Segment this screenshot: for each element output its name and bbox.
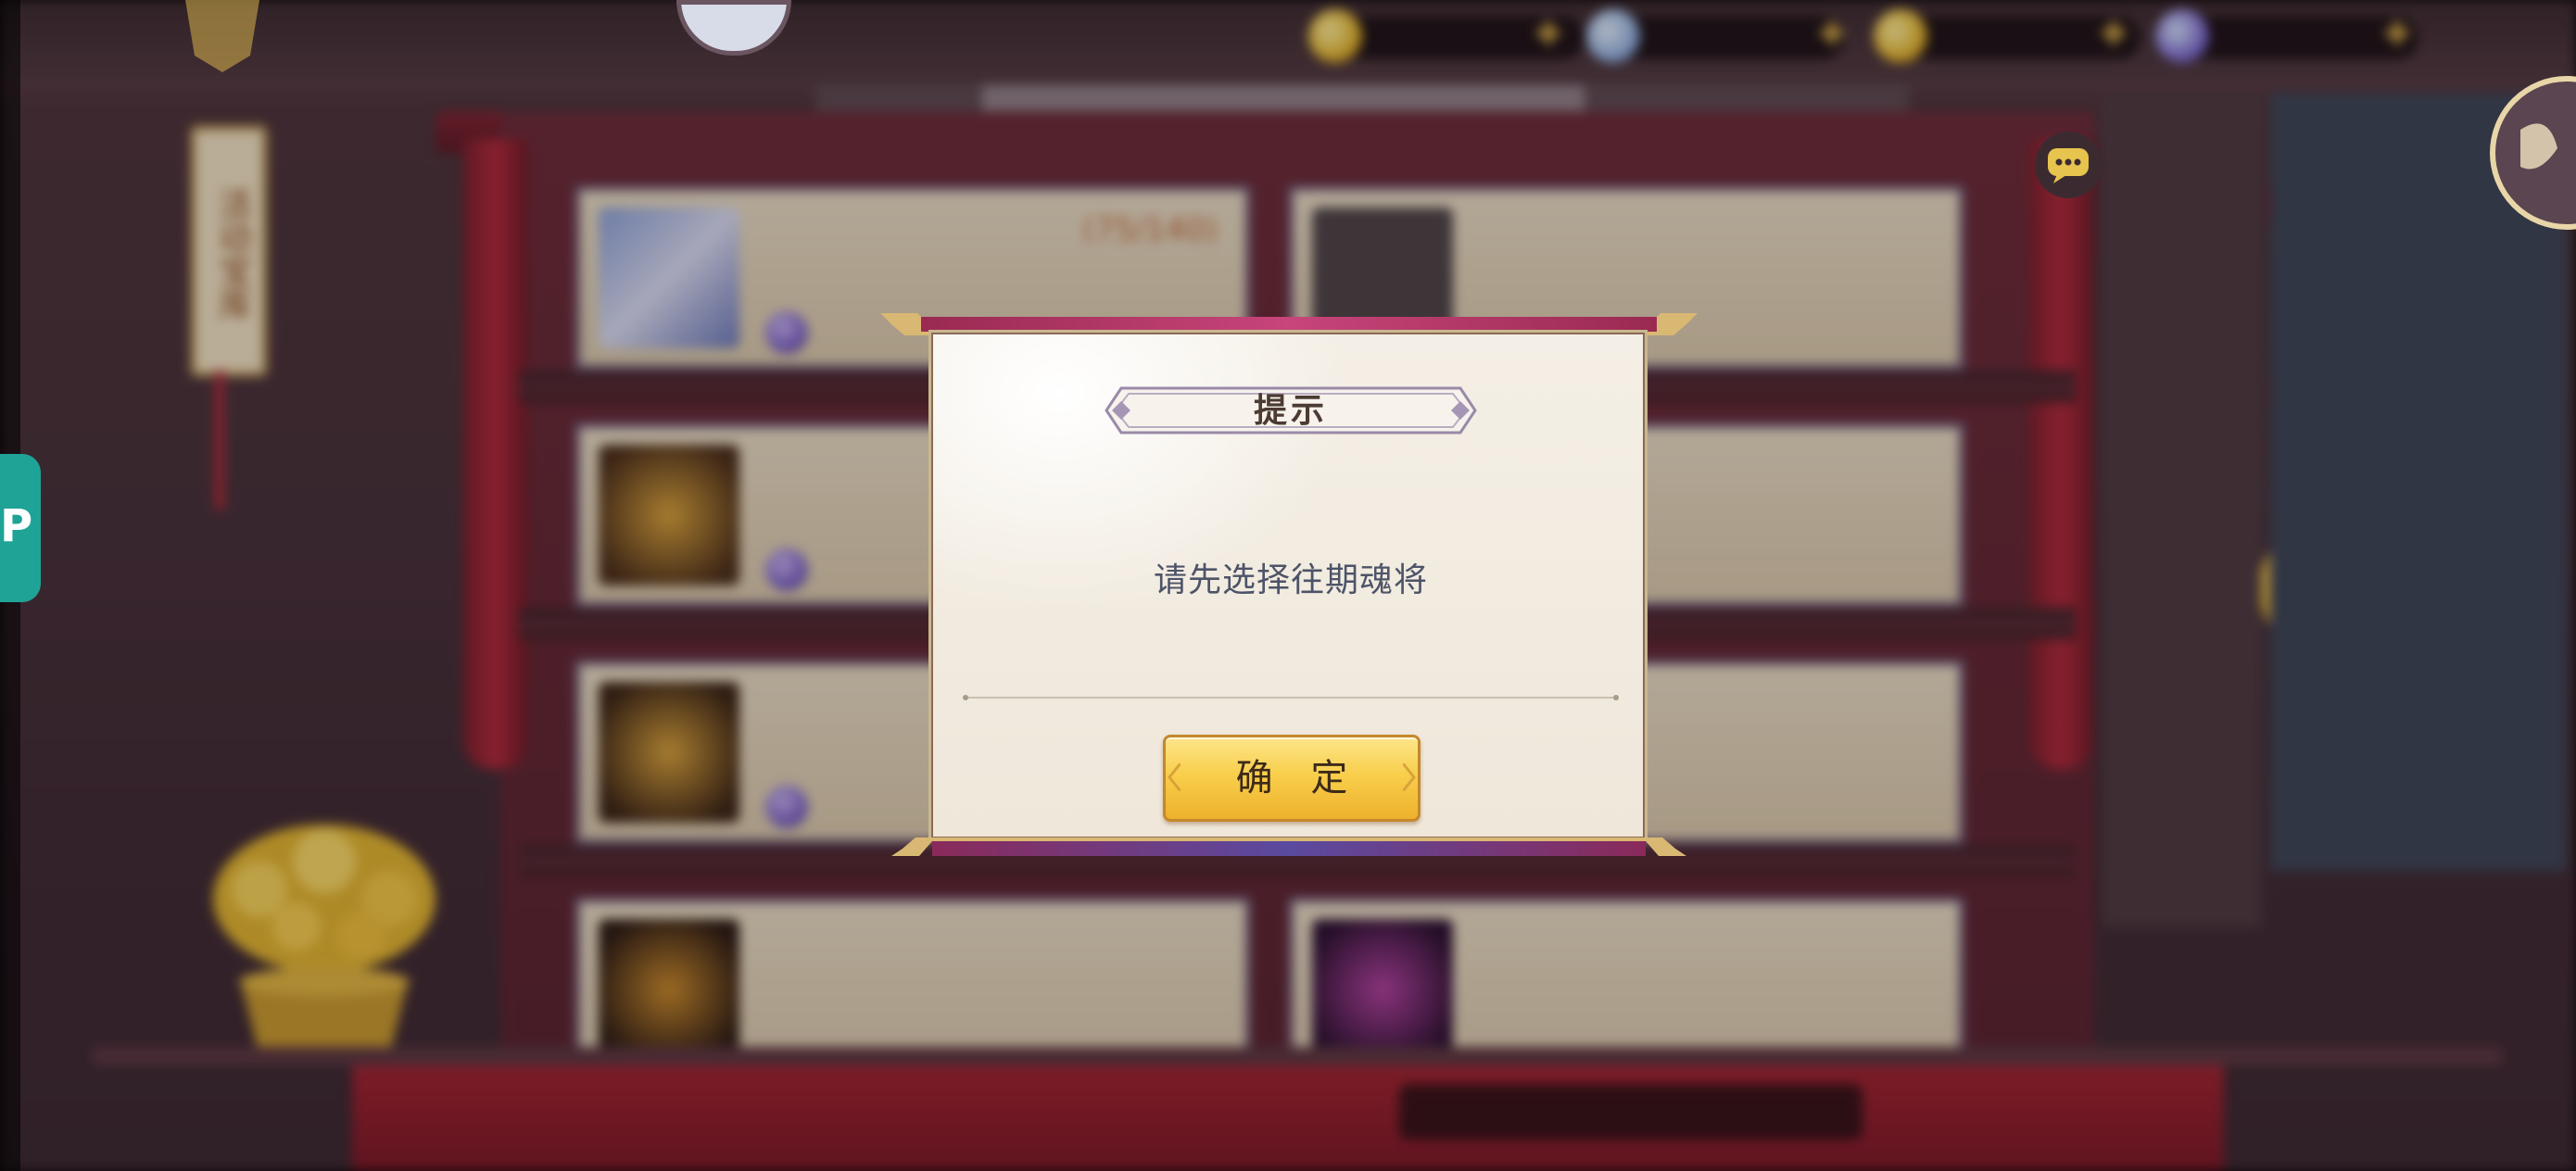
confirm-label: 确 定 (1235, 757, 1361, 800)
button-notch (1168, 763, 1181, 791)
lantern-badge-icon (167, 0, 278, 74)
divider-dot (1613, 695, 1619, 700)
dialog-divider (965, 697, 1617, 699)
dialog-panel: 提示 请先选择往期魂将 确 定 (928, 330, 1648, 841)
button-notch (1403, 763, 1416, 791)
hint-dialog: 提示 请先选择往期魂将 确 定 (880, 309, 1698, 860)
side-tab-button[interactable]: P (0, 454, 41, 602)
game-screen: ✚ ✚ ✚ ✚ (75/140) 活动宝库 P 提示 请先选择往期魂将 确 定 (0, 0, 2576, 1171)
dialog-message: 请先选择往期魂将 (1153, 561, 1428, 599)
chat-button[interactable] (2035, 132, 2102, 198)
p-icon: P (0, 500, 33, 552)
confirm-button[interactable]: 确 定 (1163, 735, 1421, 822)
chat-bubble-icon (2048, 148, 2089, 183)
dialog-title: 提示 (1253, 391, 1328, 430)
dialog-bottom-bar (891, 837, 1686, 856)
event-emblem-button[interactable] (2465, 74, 2576, 250)
divider-dot (963, 695, 968, 700)
